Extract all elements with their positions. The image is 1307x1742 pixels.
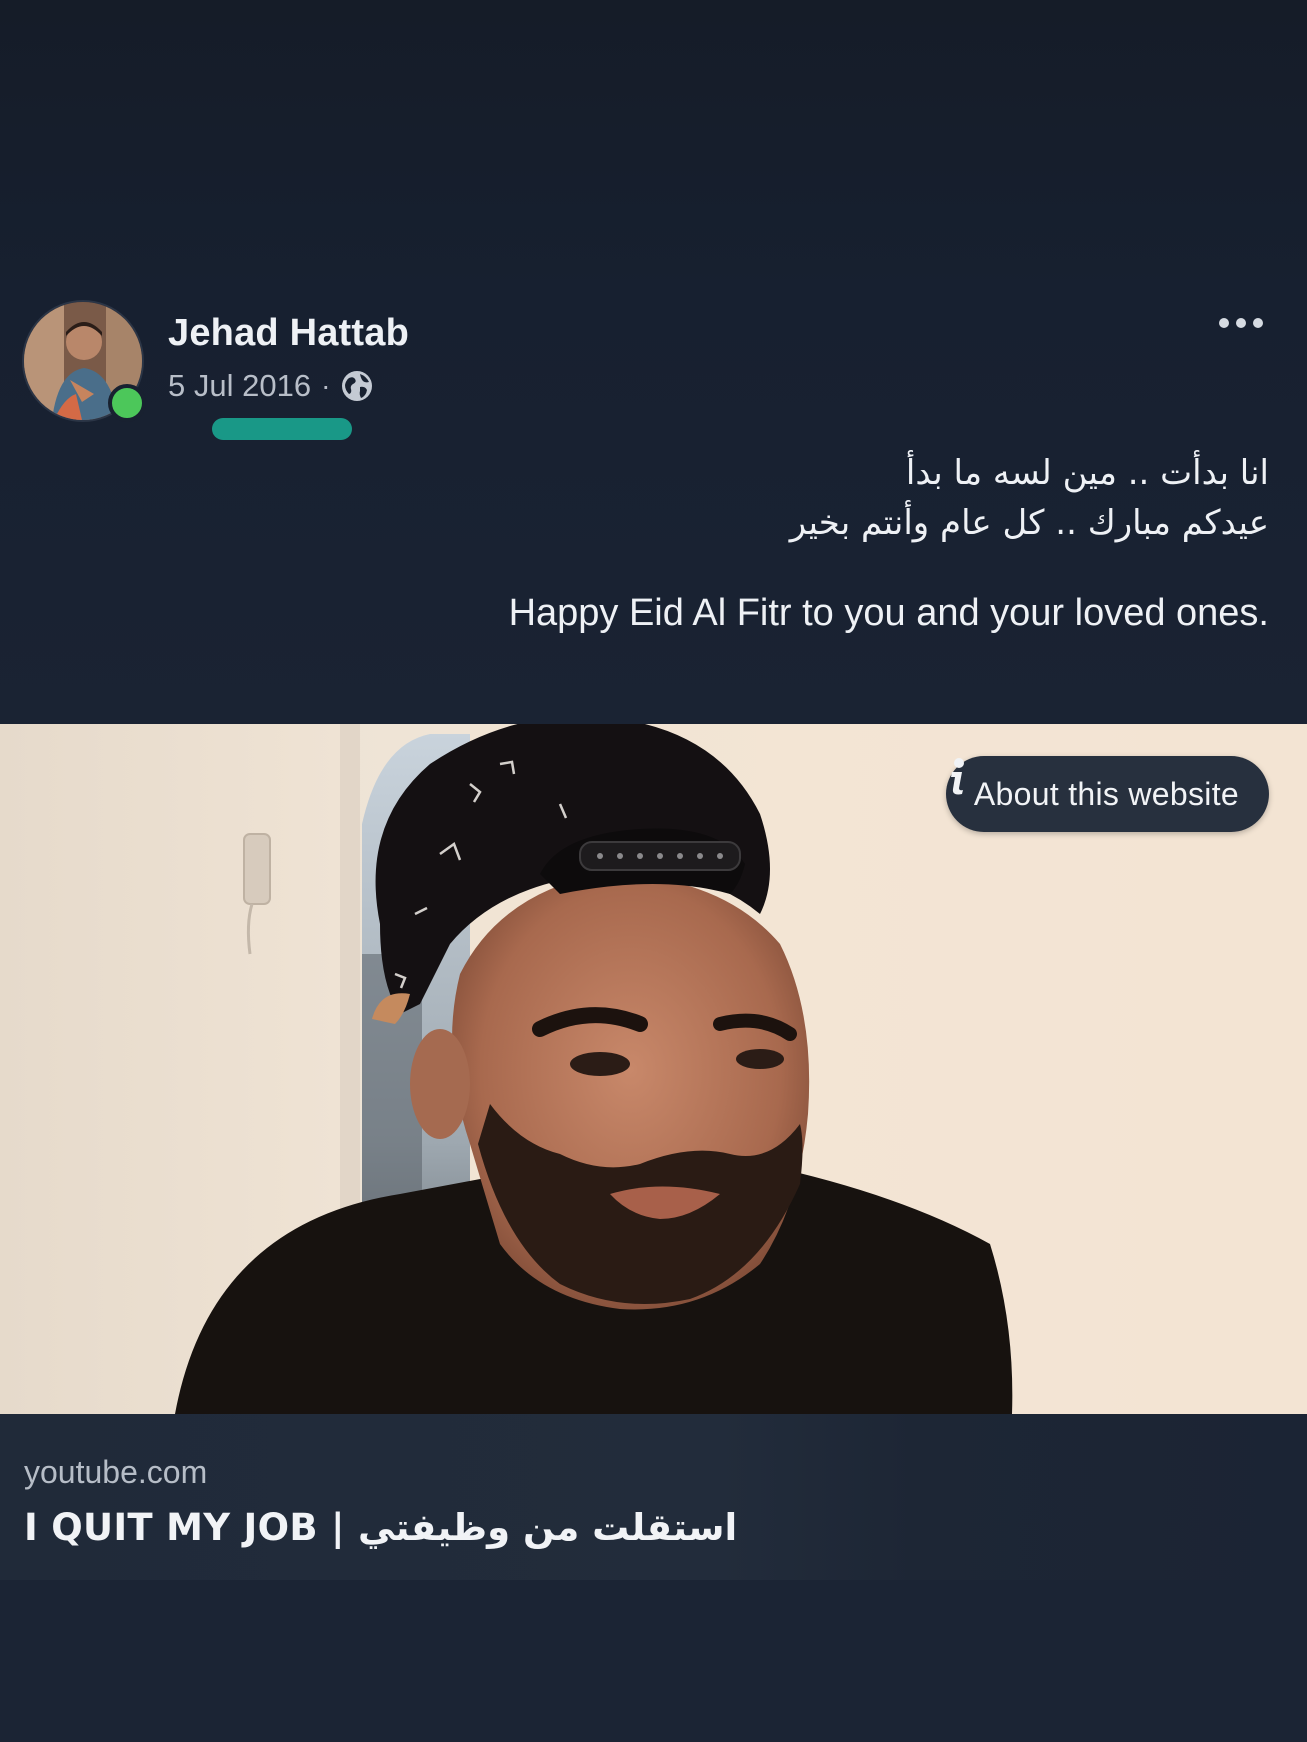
link-preview-caption[interactable]: youtube.com I QUIT MY JOB | استقلت من وظ…	[0, 1414, 1307, 1580]
link-title: I QUIT MY JOB | استقلت من وظيفتي	[24, 1506, 738, 1549]
post-meta: 5 Jul 2016 ·	[168, 368, 374, 404]
post-text-english: Happy Eid Al Fitr to you and your loved …	[508, 592, 1269, 634]
author-name[interactable]: Jehad Hattab	[168, 312, 409, 355]
link-preview-image[interactable]: About this website	[0, 724, 1307, 1414]
author-avatar[interactable]	[22, 300, 146, 422]
meta-separator: ·	[321, 370, 331, 401]
post-header: Jehad Hattab 5 Jul 2016 ·	[22, 298, 1285, 448]
facebook-post-screen: Jehad Hattab 5 Jul 2016 · انا بدأت .. مي…	[0, 0, 1307, 1742]
more-dot-icon	[1219, 318, 1229, 328]
info-icon	[950, 758, 964, 795]
about-this-website-label: About this website	[973, 775, 1239, 812]
post-text: انا بدأت .. مين لسه ما بدأ عيدكم مبارك .…	[69, 448, 1269, 638]
post-date[interactable]: 5 Jul 2016	[168, 368, 311, 404]
redaction-mark	[212, 418, 352, 440]
globe-icon[interactable]	[340, 369, 374, 403]
post-text-line: عيدكم مبارك .. كل عام وأنتم بخير	[789, 503, 1269, 543]
about-this-website-button[interactable]: About this website	[945, 756, 1269, 832]
more-options-button[interactable]	[1219, 318, 1263, 328]
link-domain: youtube.com	[24, 1454, 208, 1490]
post-text-line: انا بدأت .. مين لسه ما بدأ	[905, 453, 1269, 493]
online-status-indicator	[108, 384, 146, 422]
more-dot-icon	[1236, 318, 1246, 328]
more-dot-icon	[1253, 318, 1263, 328]
